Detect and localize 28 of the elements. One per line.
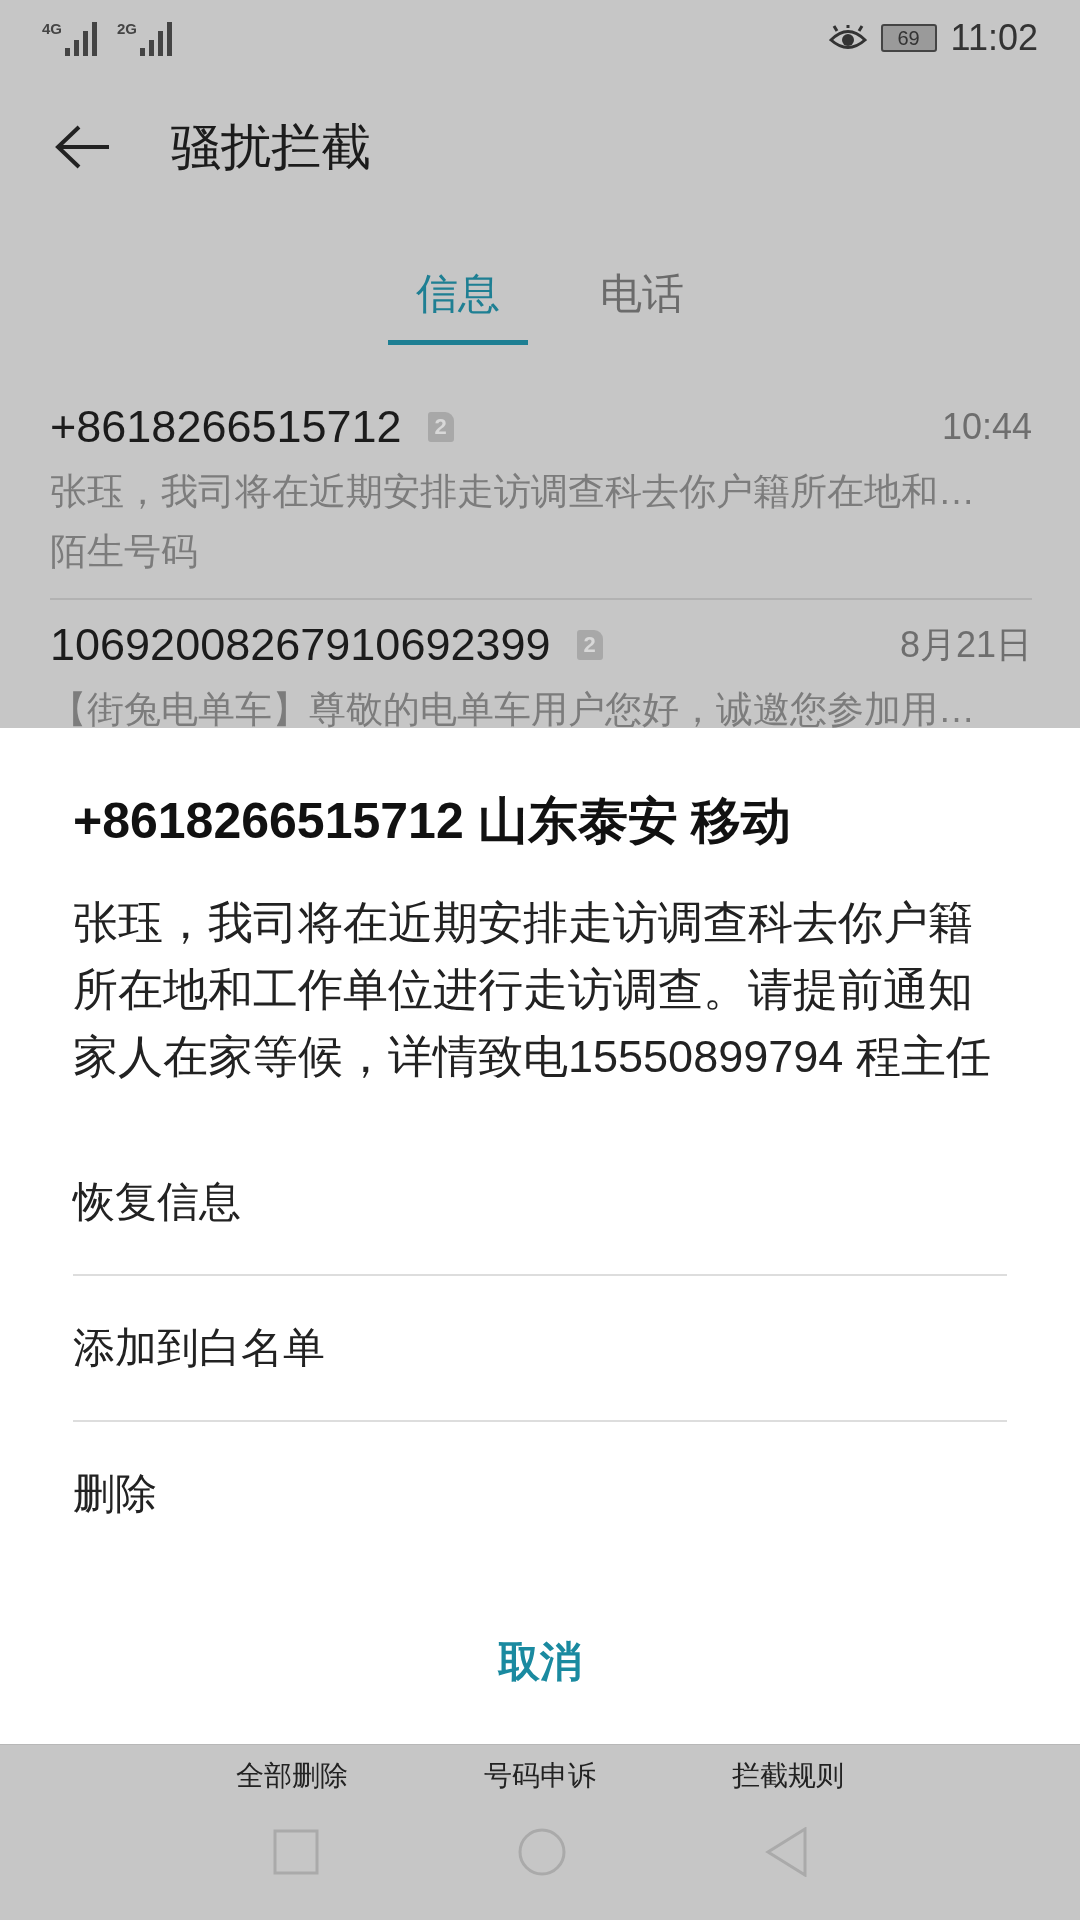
menu-option[interactable]: 删除 [73, 1422, 1072, 1566]
menu-option[interactable]: 添加到白名单 [73, 1276, 1072, 1420]
menu-option[interactable]: 恢复信息 [73, 1130, 1072, 1274]
sender-number: 10692008267910692399 [50, 619, 551, 671]
network-type: 2G [117, 20, 138, 37]
number-tag: 陌生号码 [50, 522, 1032, 582]
sheet-title: +8618266515712 山东泰安 移动 [73, 792, 793, 851]
message-text: 张珏，我司将在近期安排走访调查科去你户籍所在地和工作单位进行走访调查。请提前通知家人在家等候，详情致电15550899794 程主任 [73, 896, 992, 1084]
back-icon[interactable] [765, 1827, 807, 1877]
battery-icon: 69 [880, 24, 937, 52]
network-type: 4G [42, 20, 62, 37]
cancel-button[interactable]: 取消 [498, 1634, 582, 1690]
home-icon[interactable] [517, 1827, 567, 1877]
back-arrow-icon[interactable] [55, 125, 111, 169]
message-preview: 【街兔电单车】尊敬的电单车用户您好，诚邀您参加用… [50, 688, 976, 732]
eye-icon [828, 25, 867, 51]
bottom-action[interactable]: 全部删除 [236, 1757, 348, 1795]
recent-apps-icon[interactable] [273, 1829, 319, 1875]
signal-icon [140, 20, 175, 56]
page-title: 骚扰拦截 [171, 117, 371, 177]
sender-number: +8618266515712 [50, 401, 402, 453]
bottom-action[interactable]: 拦截规则 [732, 1757, 844, 1795]
bottom-action[interactable]: 号码申诉 [484, 1757, 596, 1795]
signal-icon [65, 20, 99, 56]
message-time: 8月21日 [899, 622, 1032, 667]
clock-time: 11:02 [950, 17, 1038, 59]
message-time: 10:44 [941, 406, 1032, 448]
message-preview: 张珏，我司将在近期安排走访调查科去你户籍所在地和… [50, 470, 976, 514]
